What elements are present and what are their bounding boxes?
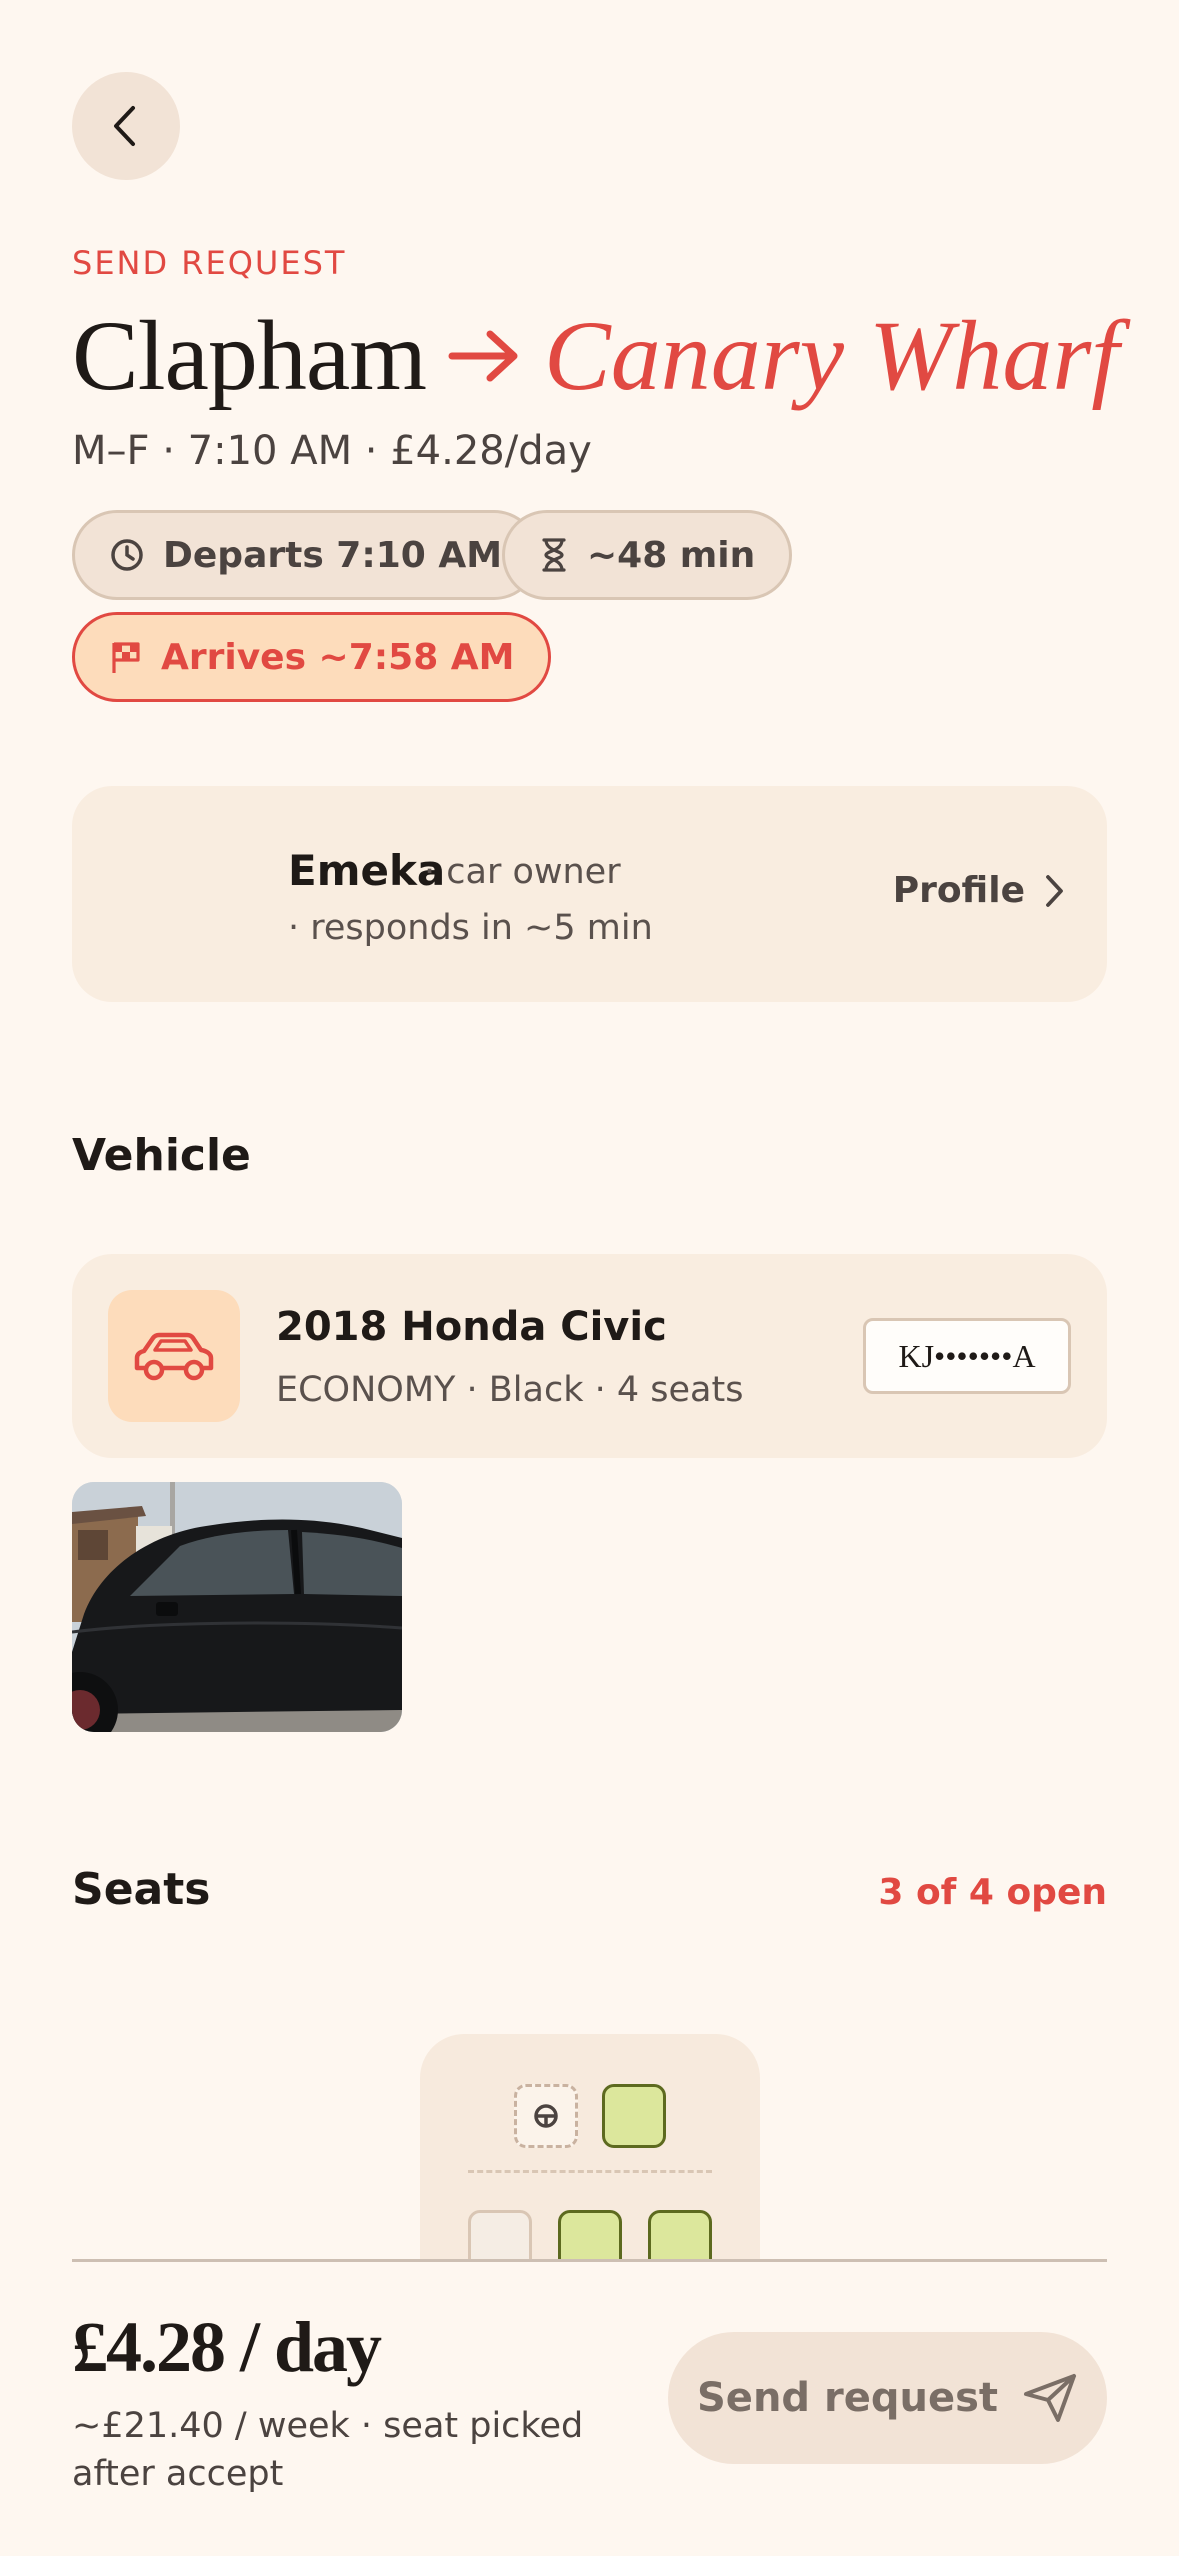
seat-row-divider bbox=[468, 2170, 712, 2173]
vehicle-card: 2018 Honda Civic ECONOMY · Black · 4 sea… bbox=[72, 1254, 1107, 1458]
chevron-right-icon bbox=[1046, 874, 1063, 907]
schedule-summary: M–F · 7:10 AM · £4.28/day bbox=[72, 428, 592, 474]
hourglass-icon bbox=[542, 538, 566, 572]
driver-seat bbox=[514, 2084, 578, 2148]
driver-name: Emeka bbox=[288, 846, 446, 895]
back-button[interactable] bbox=[72, 72, 180, 180]
departs-chip-label: Departs 7:10 AM bbox=[163, 534, 503, 576]
vehicle-section-title: Vehicle bbox=[72, 1130, 251, 1181]
driver-response-time: · responds in ~5 min bbox=[288, 908, 653, 948]
arrives-chip: Arrives ~7:58 AM bbox=[72, 612, 552, 702]
seats-section-title: Seats bbox=[72, 1864, 211, 1915]
arrives-chip-label: Arrives ~7:58 AM bbox=[161, 636, 515, 678]
duration-chip: ~48 min bbox=[502, 510, 793, 600]
vehicle-details: ECONOMY · Black · 4 seats bbox=[276, 1370, 744, 1410]
vehicle-name: 2018 Honda Civic bbox=[276, 1304, 667, 1350]
vehicle-photo[interactable] bbox=[72, 1482, 402, 1732]
flag-icon bbox=[112, 642, 140, 673]
seats-open-count: 3 of 4 open bbox=[878, 1872, 1107, 1913]
seat-map bbox=[420, 2034, 760, 2274]
send-icon bbox=[1024, 2374, 1076, 2422]
origin-name: Clapham bbox=[72, 300, 427, 411]
seat-front-passenger[interactable] bbox=[602, 2084, 666, 2148]
license-plate: KJ•••••••A bbox=[863, 1318, 1071, 1394]
car-icon bbox=[108, 1290, 240, 1422]
profile-link[interactable]: Profile bbox=[893, 870, 1065, 911]
driver-card[interactable]: Emeka · car owner · responds in ~5 min P… bbox=[72, 786, 1107, 1002]
profile-link-label: Profile bbox=[892, 870, 1025, 911]
driver-role: · car owner bbox=[424, 852, 621, 892]
clock-icon bbox=[111, 539, 143, 571]
duration-chip-label: ~48 min bbox=[587, 534, 756, 576]
destination-name: Canary Wharf bbox=[544, 300, 1120, 411]
daily-price: £4.28 / day bbox=[72, 2307, 382, 2387]
arrow-right-icon bbox=[448, 328, 522, 384]
chevron-left-icon bbox=[114, 106, 135, 146]
send-request-label: Send request bbox=[697, 2375, 998, 2421]
departs-chip: Departs 7:10 AM bbox=[72, 510, 540, 600]
price-note: ~£21.40 / week · seat picked after accep… bbox=[72, 2406, 584, 2494]
eyebrow-label: SEND REQUEST bbox=[72, 244, 347, 282]
steering-wheel-icon bbox=[534, 2104, 558, 2128]
route-title: Clapham Canary Wharf bbox=[72, 296, 1119, 416]
footer-bar: £4.28 / day ~£21.40 / week · seat picked… bbox=[0, 2262, 1179, 2556]
send-request-button[interactable]: Send request bbox=[668, 2332, 1107, 2464]
